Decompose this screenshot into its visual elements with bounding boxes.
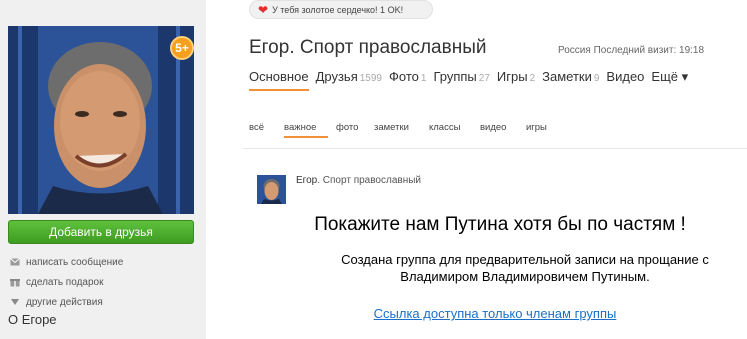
divider [243,148,747,149]
post-author-avatar[interactable] [257,175,286,204]
profile-meta: Россия Последний визит: 19:18 [558,45,704,56]
add-friend-button[interactable]: Добавить в друзья [8,220,194,244]
tab-count: 1599 [359,73,382,84]
tab-notes[interactable]: Заметки 9 [542,69,599,85]
tab-label: Друзья [315,69,358,84]
tab-label: Ещё ▾ [651,69,689,84]
other-actions-label: другие действия [26,296,103,308]
tab-count: 1 [420,73,427,84]
about-heading[interactable]: О Егоре [8,312,57,327]
post-body: Создана группа для предварительной запис… [341,252,709,284]
left-column: 5+ Добавить в друзья написать сообщение … [0,0,206,339]
tab-count: 27 [478,73,490,84]
profile-name: Егор. Спорт православный [249,37,487,58]
tab-count: 9 [593,73,600,84]
tab-photos[interactable]: Фото 1 [389,69,426,85]
filter-photo[interactable]: фото [336,122,374,136]
tab-label: Видео [606,69,645,84]
post-author-rest: . Спорт православный [317,175,421,186]
tab-groups[interactable]: Группы 27 [433,69,489,85]
send-gift-action[interactable]: сделать подарок [10,274,103,290]
filter-video[interactable]: видео [480,122,526,136]
tab-label: Основное [249,69,309,84]
other-actions[interactable]: другие действия [10,294,103,310]
profile-tabs: Основное Друзья 1599 Фото 1 Группы 27 Игры 2… [249,69,695,91]
filter-games[interactable]: игры [526,122,566,136]
tab-main[interactable]: Основное [249,69,309,91]
envelope-icon [10,258,20,266]
tab-label: Группы [433,69,477,84]
filter-notes[interactable]: заметки [374,122,429,136]
group-link[interactable]: Ссылка доступна только членам группы [310,306,680,321]
tab-label: Фото [389,69,419,84]
tab-count: 2 [529,73,536,84]
filter-important[interactable]: важное [284,122,336,138]
filter-likes[interactable]: классы [429,122,480,136]
notification-text: У тебя золотое сердечко! 1 OK! [272,4,404,15]
age-badge: 5+ [170,36,194,60]
notification-bar[interactable]: ❤ У тебя золотое сердечко! 1 OK! [249,0,433,19]
tab-friends[interactable]: Друзья 1599 [316,69,382,85]
profile-country: Россия [558,45,591,56]
send-gift-label: сделать подарок [26,276,104,288]
post-headline: Покажите нам Путина хотя бы по частям ! [314,214,686,235]
post-author[interactable]: Егор. Спорт православный [296,175,421,186]
last-visit: Последний визит: 19:18 [593,45,705,56]
tab-video[interactable]: Видео [606,69,644,85]
filter-all[interactable]: всё [249,122,284,136]
tab-more[interactable]: Ещё ▾ [651,69,688,85]
tab-label: Игры [496,69,528,84]
triangle-down-icon [11,299,19,305]
tab-games[interactable]: Игры 2 [497,69,535,85]
feed-filter-tabs: всё важное фото заметки классы видео игр… [249,122,566,138]
write-message-action[interactable]: написать сообщение [10,254,123,270]
profile-photo[interactable] [8,26,194,214]
tab-label: Заметки [542,69,592,84]
write-message-label: написать сообщение [26,256,124,268]
heart-icon: ❤ [258,2,269,17]
post-author-first: Егор [296,175,318,186]
gift-icon [10,279,20,287]
